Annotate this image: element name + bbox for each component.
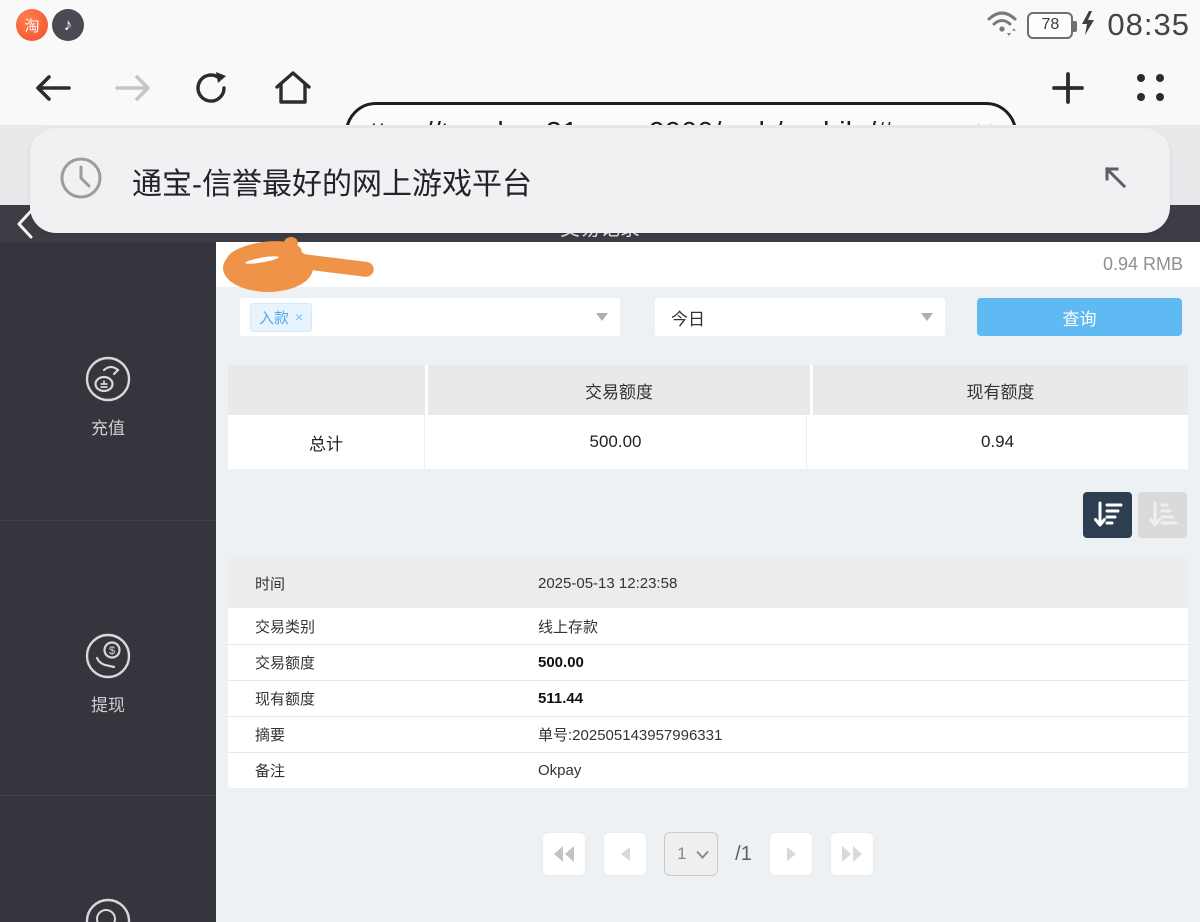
url-suggestion-item[interactable]: 通宝-信誉最好的网上游戏平台	[30, 128, 1170, 233]
insert-suggestion-icon[interactable]	[1100, 162, 1132, 199]
type-tag: 入款 ×	[250, 303, 312, 332]
sidebar-divider	[0, 520, 216, 521]
charging-bolt-icon	[1080, 10, 1096, 41]
summary-total-trade: 500.00	[425, 415, 807, 469]
balance-bar: 0.94 RMB	[216, 242, 1200, 287]
next-page-button[interactable]	[769, 832, 813, 876]
transaction-detail-table: 时间 2025-05-13 12:23:58 交易类别 线上存款 交易额度 50…	[228, 558, 1188, 788]
detail-label: 现有额度	[228, 688, 538, 709]
filter-row: 入款 × 今日 查询	[216, 298, 1200, 336]
screen: 淘 ♪ 78 08:35	[0, 0, 1200, 922]
tag-close-icon[interactable]: ×	[295, 309, 303, 325]
detail-row-time: 时间 2025-05-13 12:23:58	[228, 558, 1188, 608]
status-time: 08:35	[1107, 7, 1190, 43]
detail-row-category: 交易类别 线上存款	[228, 608, 1188, 644]
detail-value: 500.00	[538, 654, 1188, 671]
date-select-value: 今日	[671, 305, 705, 330]
douyin-icon: ♪	[52, 9, 84, 41]
back-button[interactable]	[28, 50, 78, 125]
page-select[interactable]: 1	[664, 832, 718, 876]
tab-switcher-button[interactable]	[1122, 50, 1178, 125]
sidebar: 充值 $ 提现	[0, 242, 216, 922]
detail-value: 2025-05-13 12:23:58	[538, 575, 1188, 592]
detail-label: 备注	[228, 760, 538, 781]
date-select[interactable]: 今日	[655, 298, 945, 336]
taobao-icon: 淘	[16, 9, 48, 41]
detail-value: Okpay	[538, 762, 1188, 779]
type-select[interactable]: 入款 ×	[240, 298, 620, 336]
summary-header-row: 交易额度 现有额度	[228, 365, 1188, 415]
detail-value: 线上存款	[538, 616, 1188, 637]
detail-row-remark: 备注 Okpay	[228, 752, 1188, 788]
summary-header-trade: 交易额度	[428, 365, 810, 415]
detail-value: 单号:202505143957996331	[538, 724, 1188, 745]
detail-label: 交易额度	[228, 652, 538, 673]
refresh-button[interactable]	[186, 50, 236, 125]
sort-descending-button[interactable]	[1083, 492, 1132, 538]
status-bar: 淘 ♪ 78 08:35	[0, 0, 1200, 50]
chevron-down-icon	[921, 313, 933, 321]
detail-row-trade-amount: 交易额度 500.00	[228, 644, 1188, 680]
battery-percent: 78	[1042, 16, 1060, 34]
battery-icon: 78	[1027, 12, 1073, 39]
suggestion-text[interactable]: 通宝-信誉最好的网上游戏平台	[132, 159, 1100, 203]
detail-label: 时间	[228, 573, 538, 594]
balance-amount: 0.94 RMB	[1103, 254, 1183, 275]
main-content: 0.94 RMB 入款 × 今日 查询	[216, 242, 1200, 922]
svg-text:$: $	[109, 645, 115, 657]
sidebar-item-recharge[interactable]: 充值	[0, 355, 216, 439]
sort-ascending-icon	[1148, 501, 1178, 529]
detail-row-summary: 摘要 单号:202505143957996331	[228, 716, 1188, 752]
sidebar-item-partial[interactable]	[0, 897, 216, 922]
summary-table: 交易额度 现有额度 总计 500.00 0.94	[228, 365, 1188, 469]
pagination: 1 /1	[216, 832, 1200, 876]
new-tab-button[interactable]	[1040, 50, 1096, 125]
withdraw-icon: $	[84, 632, 132, 680]
first-page-button[interactable]	[542, 832, 586, 876]
detail-value: 511.44	[538, 690, 1188, 707]
summary-total-balance: 0.94	[807, 415, 1188, 469]
last-page-button[interactable]	[830, 832, 874, 876]
detail-label: 摘要	[228, 724, 538, 745]
chevron-down-icon	[596, 313, 608, 321]
detail-label: 交易类别	[228, 616, 538, 637]
sort-descending-icon	[1093, 501, 1123, 529]
sidebar-item-withdraw[interactable]: $ 提现	[0, 632, 216, 716]
summary-total-row: 总计 500.00 0.94	[228, 415, 1188, 469]
partial-circle-icon	[84, 897, 132, 922]
summary-total-label: 总计	[228, 415, 425, 469]
type-tag-label: 入款	[259, 307, 289, 328]
wifi-icon	[986, 8, 1020, 43]
summary-header-empty	[228, 365, 425, 415]
page-count: /1	[735, 843, 752, 866]
home-button[interactable]	[266, 50, 320, 125]
history-clock-icon	[58, 155, 104, 206]
sidebar-item-label: 充值	[0, 414, 216, 439]
sidebar-item-label: 提现	[0, 691, 216, 716]
prev-page-button[interactable]	[603, 832, 647, 876]
summary-header-balance: 现有额度	[813, 365, 1188, 415]
query-button[interactable]: 查询	[977, 298, 1182, 336]
browser-toolbar: ttps://tongbao31.com:9900/web/mobile/# ✕	[0, 50, 1200, 125]
forward-button[interactable]	[108, 50, 158, 125]
tabs-dots-icon	[1137, 74, 1164, 101]
recharge-icon	[84, 355, 132, 403]
page-select-value: 1	[677, 844, 696, 864]
sidebar-divider	[0, 795, 216, 796]
sort-ascending-button[interactable]	[1138, 492, 1187, 538]
detail-row-balance: 现有额度 511.44	[228, 680, 1188, 716]
